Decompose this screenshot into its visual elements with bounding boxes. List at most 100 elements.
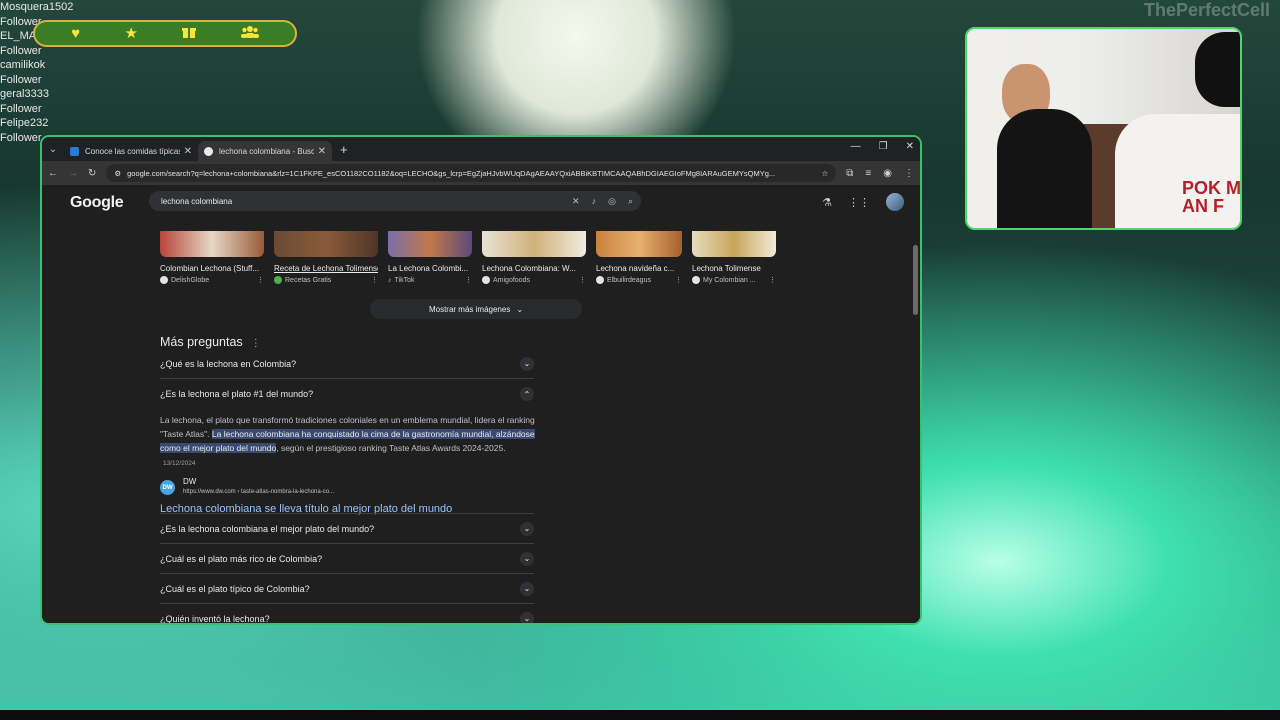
clear-icon[interactable]: ✕ [572, 196, 580, 207]
users-icon[interactable] [240, 25, 259, 42]
more-icon[interactable]: ⋮ [675, 276, 682, 284]
image-source: Amigofoods ⋮ [482, 276, 586, 284]
forward-icon[interactable]: → [68, 168, 78, 179]
profile-icon[interactable]: ◉ [883, 168, 892, 179]
image-title[interactable]: La Lechona Colombi... [388, 264, 472, 273]
reload-icon[interactable]: ↻ [88, 168, 96, 179]
source-url: https://www.dw.com › taste-atlas-nombra-… [183, 489, 335, 495]
question-item[interactable]: ¿Qué es la lechona en Colombia? ⌄ [160, 349, 534, 379]
source-favicon [596, 276, 604, 284]
show-more-images-button[interactable]: Mostrar más imágenes ⌄ [370, 299, 582, 319]
image-result[interactable]: Colombian Lechona (Stuff... DelishGlobe ⋮ [160, 231, 264, 284]
more-icon[interactable]: ⋮ [371, 276, 378, 284]
image-title[interactable]: Colombian Lechona (Stuff... [160, 264, 264, 273]
image-title[interactable]: Lechona Colombiana: W... [482, 264, 586, 273]
more-icon[interactable]: ⋮ [465, 276, 472, 284]
guest-cap [1195, 32, 1240, 107]
question-item[interactable]: ¿Cuál es el plato típico de Colombia? ⌄ [160, 574, 534, 604]
extensions-icon[interactable]: ⧉ [846, 168, 853, 179]
tab-title: Conoce las comidas típicas de [85, 146, 180, 156]
apps-grid-icon[interactable]: ⋮⋮ [848, 196, 870, 209]
tab-search-button[interactable]: ⌄ [42, 144, 64, 155]
address-bar[interactable]: ⚙ google.com/search?q=lechona+colombiana… [106, 164, 837, 182]
search-box[interactable]: lechona colombiana ✕ ♪ ◎ ⌕ [149, 191, 641, 211]
heart-icon[interactable]: ♥ [71, 26, 80, 41]
chevron-up-icon[interactable]: ⌃ [520, 387, 534, 401]
page-scrollbar[interactable] [913, 245, 918, 315]
google-results-page: Google lechona colombiana ✕ ♪ ◎ ⌕ ⚗ ⋮⋮ C… [42, 185, 920, 624]
source-name: My Colombian ... [703, 276, 756, 284]
tab-comidas-tipicas[interactable]: Conoce las comidas típicas de ✕ [64, 141, 198, 161]
reading-list-icon[interactable]: ≡ [865, 168, 871, 179]
answer-source[interactable]: DW DW https://www.dw.com › taste-atlas-n… [160, 477, 334, 495]
tab-lechona-search[interactable]: lechona colombiana - Buscar c ✕ [198, 141, 332, 161]
google-favicon [204, 146, 213, 156]
chevron-down-icon[interactable]: ⌄ [520, 521, 534, 536]
new-tab-button[interactable]: + [340, 142, 348, 157]
search-input[interactable]: lechona colombiana [161, 197, 572, 206]
chevron-down-icon[interactable]: ⌄ [520, 611, 534, 623]
image-thumbnail[interactable] [388, 231, 472, 257]
close-icon[interactable]: ✕ [184, 146, 192, 157]
source-name: TikTok [394, 276, 415, 284]
source-favicon [160, 276, 168, 284]
image-thumbnail[interactable] [274, 231, 378, 257]
image-thumbnail[interactable] [596, 231, 682, 257]
back-icon[interactable]: ← [48, 168, 58, 179]
labs-flask-icon[interactable]: ⚗ [822, 196, 832, 209]
source-favicon [274, 276, 282, 284]
image-result[interactable]: Lechona navideña c... Elbuilirdeagus ⋮ [596, 231, 682, 284]
paa-title-text: Más preguntas [160, 335, 243, 349]
question-item[interactable]: ¿Cuál es el plato más rico de Colombia? … [160, 544, 534, 574]
question-text: ¿Quién inventó la lechona? [160, 613, 270, 624]
search-box-icons: ✕ ♪ ◎ ⌕ [572, 196, 633, 207]
chat-line: Felipe232 [0, 117, 49, 129]
microphone-icon[interactable]: ♪ [592, 196, 597, 207]
chevron-down-icon[interactable]: ⌄ [520, 581, 534, 596]
browser-window: ⌄ Conoce las comidas típicas de ✕ lechon… [40, 135, 922, 625]
close-icon[interactable]: ✕ [318, 146, 326, 157]
restore-button[interactable]: ❐ [879, 141, 888, 152]
lens-icon[interactable]: ◎ [608, 196, 616, 207]
bookmark-star-icon[interactable]: ☆ [822, 169, 829, 178]
question-item[interactable]: ¿Quién inventó la lechona? ⌄ [160, 604, 534, 624]
image-title[interactable]: Receta de Lechona Tolimense [274, 264, 378, 273]
image-result[interactable]: Receta de Lechona Tolimense Recetas Grat… [274, 231, 378, 284]
question-item[interactable]: ¿Es la lechona colombiana el mejor plato… [160, 513, 534, 544]
more-icon[interactable]: ⋮ [769, 276, 776, 284]
star-icon[interactable]: ★ [125, 26, 138, 41]
shirt-print: POK M AN F [1182, 178, 1242, 216]
image-thumbnail[interactable] [482, 231, 586, 257]
show-more-label: Mostrar más imágenes [428, 304, 511, 314]
menu-icon[interactable]: ⋮ [904, 168, 914, 179]
bottom-bar [0, 710, 1280, 720]
image-results: Colombian Lechona (Stuff... DelishGlobe ⋮… [160, 231, 776, 284]
image-result[interactable]: Lechona Tolimense My Colombian ... ⋮ [692, 231, 776, 284]
chevron-down-icon[interactable]: ⌄ [520, 551, 534, 566]
image-thumbnail[interactable] [692, 231, 776, 257]
site-info-icon[interactable]: ⚙ [114, 169, 121, 178]
chevron-down-icon[interactable]: ⌄ [520, 356, 534, 371]
question-item-expanded[interactable]: ¿Es la lechona el plato #1 del mundo? ⌃ [160, 379, 534, 409]
site-favicon [70, 146, 79, 156]
close-window-button[interactable]: ✕ [906, 141, 914, 152]
more-options-icon[interactable]: ⋮ [251, 338, 261, 349]
minimize-button[interactable]: — [851, 141, 861, 152]
window-controls: — ❐ ✕ [851, 141, 914, 152]
gift-icon[interactable] [182, 25, 197, 42]
search-icon[interactable]: ⌕ [628, 196, 633, 207]
image-title[interactable]: Lechona navideña c... [596, 264, 682, 273]
account-avatar[interactable] [886, 193, 904, 211]
image-result[interactable]: Lechona Colombiana: W... Amigofoods ⋮ [482, 231, 586, 284]
image-title[interactable]: Lechona Tolimense [692, 264, 776, 273]
image-result[interactable]: La Lechona Colombi... ♪ TikTok ⋮ [388, 231, 472, 284]
more-icon[interactable]: ⋮ [257, 276, 264, 284]
google-logo[interactable]: Google [70, 194, 160, 212]
question-text: ¿Qué es la lechona en Colombia? [160, 358, 297, 369]
question-text: ¿Cuál es el plato típico de Colombia? [160, 583, 310, 594]
image-thumbnail[interactable] [160, 231, 264, 257]
more-icon[interactable]: ⋮ [579, 276, 586, 284]
tiktok-icon: ♪ [388, 276, 392, 284]
extension-icons: ⧉ ≡ ◉ ⋮ [846, 168, 914, 179]
source-favicon [482, 276, 490, 284]
